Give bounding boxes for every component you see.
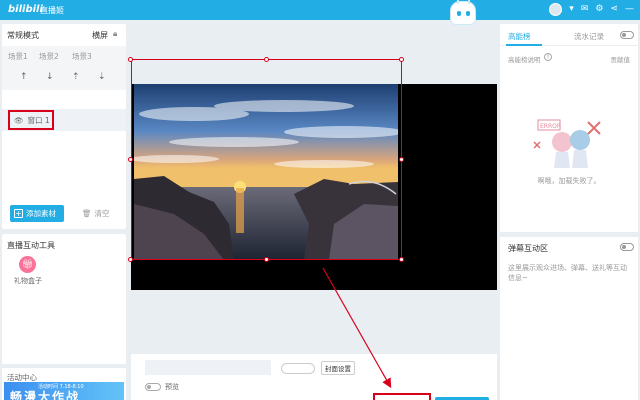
- trash-icon: 🗑︎: [82, 209, 92, 218]
- tab-flow-records[interactable]: 流水记录: [574, 31, 604, 42]
- activity-center-panel: 活动中心 活动时间 7.18-8.10 畅漫大作战: [2, 368, 126, 400]
- tab-underline: [506, 44, 542, 46]
- help-icon[interactable]: ?: [544, 53, 552, 61]
- plus-icon: +: [14, 208, 23, 218]
- source-window-1[interactable]: 👁︎ 窗口 1: [8, 110, 54, 130]
- eye-icon[interactable]: 👁︎: [14, 116, 24, 125]
- gift-box-label[interactable]: 礼物盒子: [14, 276, 42, 286]
- activity-banner[interactable]: 活动时间 7.18-8.10 畅漫大作战: [4, 382, 124, 400]
- resize-handle[interactable]: [399, 157, 404, 162]
- lock-icon[interactable]: 🔒︎: [113, 29, 117, 39]
- resize-handle[interactable]: [264, 57, 269, 62]
- area-select[interactable]: [281, 363, 315, 374]
- room-title-input[interactable]: [145, 360, 271, 375]
- danmu-title: 弹幕互动区: [508, 244, 548, 253]
- mail-icon[interactable]: ✉: [581, 3, 589, 16]
- danmu-toggle[interactable]: [620, 243, 634, 251]
- svg-text:ERROR: ERROR: [540, 123, 561, 130]
- interactive-tools-panel: 直播互动工具 🎁︎ 礼物盒子: [2, 234, 126, 364]
- cover-settings-button[interactable]: 封面设置: [321, 361, 355, 375]
- preview-label: 预览: [165, 383, 179, 391]
- mode-title: 常规模式: [7, 31, 39, 40]
- title-bar: bilibili 直播姬 ▾ ✉ ⚙ ⋖ —: [0, 0, 640, 20]
- error-illustration: ERROR: [533, 119, 601, 168]
- danmu-panel: 弹幕互动区 这里展示观众进场、弹幕、送礼等互动信息~: [500, 237, 638, 400]
- resize-handle[interactable]: [128, 157, 133, 162]
- source-label: 窗口 1: [27, 115, 50, 125]
- add-source-button[interactable]: + 添加素材: [10, 205, 64, 222]
- resize-handle[interactable]: [264, 257, 269, 262]
- ranking-tabs: 高能榜 流水记录: [500, 24, 638, 46]
- minimize-icon[interactable]: —: [625, 3, 634, 16]
- clear-label: 清空: [94, 209, 110, 218]
- banner-title: 畅漫大作战: [10, 390, 81, 400]
- tab-scene-3[interactable]: 场景3: [72, 51, 92, 62]
- gear-icon[interactable]: ⚙: [595, 3, 603, 16]
- resize-handle[interactable]: [128, 57, 133, 62]
- scene-panel: 常规模式 横屏 🔒︎ 场景1 场景2 场景3 ↑ ↓ ⇡ ⇣ 👁︎ 窗口 1 +…: [2, 24, 126, 229]
- title-bar-actions: ▾ ✉ ⚙ ⋖ —: [549, 3, 634, 16]
- move-down-icon[interactable]: ↓: [46, 72, 54, 82]
- start-live-highlight[interactable]: [373, 393, 431, 400]
- app-name: 直播姬: [40, 6, 64, 15]
- tools-title: 直播互动工具: [7, 241, 55, 250]
- ranking-panel: 高能榜 流水记录 高能榜说明 ? 贡献值 ERROR 啊哦，加载失败了。: [500, 24, 638, 232]
- avatar[interactable]: [549, 3, 563, 16]
- resize-handle[interactable]: [399, 57, 404, 62]
- chevron-down-icon[interactable]: ▾: [569, 3, 574, 16]
- tab-scene-1[interactable]: 场景1: [8, 51, 28, 62]
- danmu-description: 这里展示观众进场、弹幕、送礼等互动信息~: [508, 264, 627, 282]
- tab-high-energy[interactable]: 高能榜: [508, 31, 531, 42]
- resize-handle[interactable]: [399, 257, 404, 262]
- contribution-label: 贡献值: [610, 56, 631, 64]
- resize-handle[interactable]: [128, 257, 133, 262]
- add-source-label: 添加素材: [26, 209, 56, 218]
- clear-button[interactable]: 🗑︎ 清空: [82, 208, 110, 219]
- orientation-toggle[interactable]: 横屏: [92, 30, 108, 41]
- share-icon[interactable]: ⋖: [610, 3, 618, 16]
- ranking-help-label: 高能榜说明: [508, 56, 541, 64]
- tab-scene-2[interactable]: 场景2: [39, 51, 59, 62]
- move-bottom-icon[interactable]: ⇣: [98, 72, 106, 82]
- load-error-text: 啊哦，加载失败了。: [537, 177, 601, 185]
- move-up-icon[interactable]: ↑: [20, 72, 28, 82]
- gift-box-icon[interactable]: 🎁︎: [19, 256, 36, 273]
- preview-toggle[interactable]: [145, 383, 161, 391]
- ranking-toggle[interactable]: [620, 31, 634, 39]
- scene-tabs: 场景1 场景2 场景3 ↑ ↓ ⇡ ⇣: [2, 46, 126, 90]
- bilibili-logo: bilibili: [8, 4, 43, 15]
- mascot-icon: [450, 0, 476, 25]
- move-top-icon[interactable]: ⇡: [72, 72, 80, 82]
- selection-box[interactable]: [131, 59, 402, 260]
- live-settings-panel: 封面设置 预览: [131, 354, 497, 400]
